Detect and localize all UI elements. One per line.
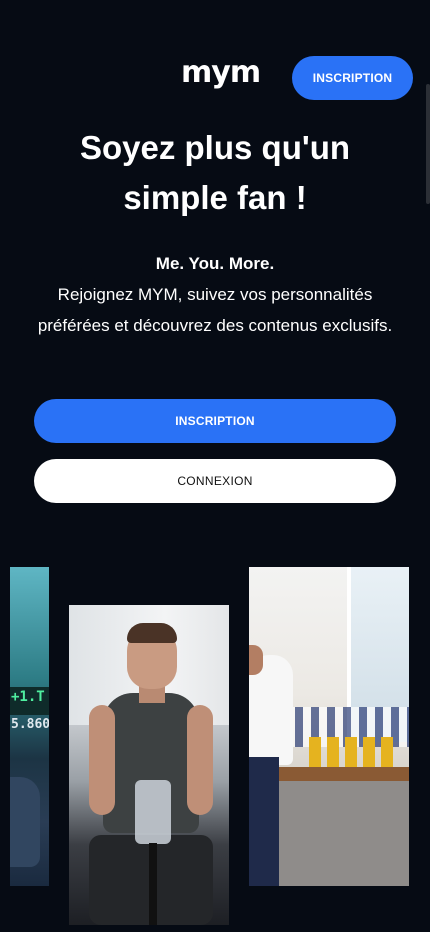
creator-hair [127, 623, 177, 643]
kitchen-cabinet [269, 781, 409, 886]
ticker-value-2: 5.860 [11, 717, 49, 732]
gallery-card-kitchen-cooking [249, 567, 409, 886]
cook-apron [249, 757, 279, 886]
landing-page: mym INSCRIPTION Soyez plus qu'un simple … [0, 0, 430, 932]
cook-head [249, 645, 263, 675]
login-button[interactable]: CONNEXION [34, 459, 396, 503]
header-signup-button[interactable]: INSCRIPTION [292, 56, 413, 100]
hero-subtitle: Me. You. More. Rejoignez MYM, suivez vos… [20, 251, 410, 341]
creator-right-arm [187, 705, 213, 815]
mym-logo[interactable]: mym [181, 58, 261, 88]
hero-title: Soyez plus qu'un simple fan ! [79, 129, 351, 216]
phone-on-tripod [135, 780, 171, 844]
creator-left-arm [89, 705, 115, 815]
hero-tagline: Me. You. More. [155, 254, 275, 273]
hero-description: Rejoignez MYM, suivez vos personnalités … [37, 285, 393, 335]
scrollbar[interactable] [426, 84, 430, 204]
signup-button[interactable]: INSCRIPTION [34, 399, 396, 443]
person-silhouette [10, 777, 40, 867]
gallery-card-fitness-creator [69, 605, 229, 925]
ticker-value-1: +1.T [11, 689, 45, 705]
kitchen-bottles [309, 737, 399, 767]
gallery-card-stock-ticker: +1.T 5.860 [10, 567, 49, 886]
kitchen-counter [269, 767, 409, 781]
tripod-stand [149, 843, 157, 925]
